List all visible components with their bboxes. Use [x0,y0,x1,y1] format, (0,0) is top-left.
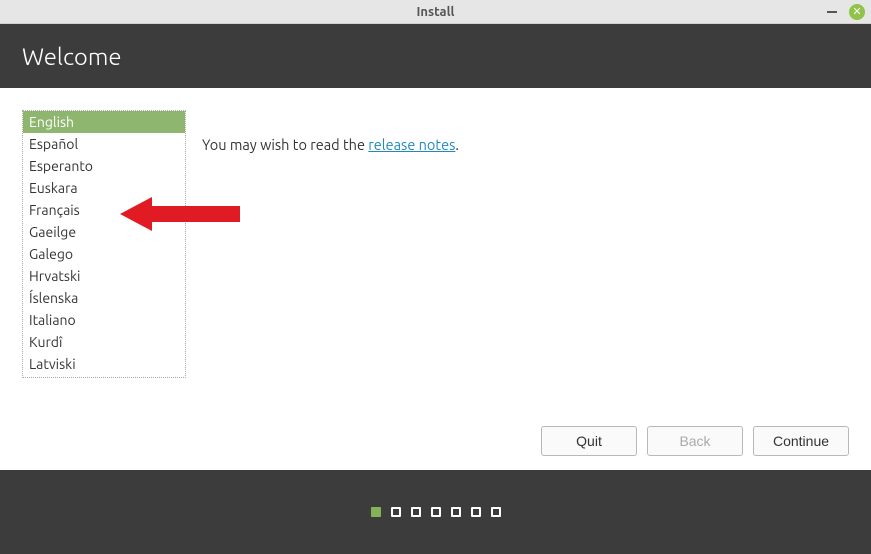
language-list[interactable]: EnglishEspañolEsperantoEuskaraFrançaisGa… [22,110,186,378]
main-content: EnglishEspañolEsperantoEuskaraFrançaisGa… [0,88,871,470]
release-notes-link[interactable]: release notes [368,136,455,153]
continue-button[interactable]: Continue [753,426,849,456]
release-notes-text: You may wish to read the release notes. [202,110,459,448]
titlebar: Install [0,0,871,24]
quit-button[interactable]: Quit [541,426,637,456]
language-item[interactable]: English [23,111,185,133]
back-button[interactable]: Back [647,426,743,456]
language-item[interactable]: Euskara [23,177,185,199]
language-item[interactable]: Íslenska [23,287,185,309]
info-prefix: You may wish to read the [202,136,368,153]
language-item[interactable]: Latviski [23,353,185,375]
language-item[interactable]: Galego [23,243,185,265]
progress-dot [451,507,461,517]
progress-dot [411,507,421,517]
window-title: Install [0,5,871,19]
progress-dot [471,507,481,517]
language-item[interactable]: Hrvatski [23,265,185,287]
language-item[interactable]: Kurdî [23,331,185,353]
language-item[interactable]: Gaeilge [23,221,185,243]
progress-dot [371,507,381,517]
language-item[interactable]: Esperanto [23,155,185,177]
language-item[interactable]: Français [23,199,185,221]
progress-dot [491,507,501,517]
progress-dot [431,507,441,517]
language-item[interactable]: Italiano [23,309,185,331]
info-suffix: . [455,136,459,153]
page-title: Welcome [22,43,122,70]
button-row: Quit Back Continue [541,426,849,456]
window-controls [827,0,865,24]
minimize-icon[interactable] [827,11,837,13]
language-item[interactable]: Español [23,133,185,155]
header: Welcome [0,24,871,88]
close-icon[interactable] [849,4,865,20]
progress-footer [0,470,871,554]
progress-dot [391,507,401,517]
